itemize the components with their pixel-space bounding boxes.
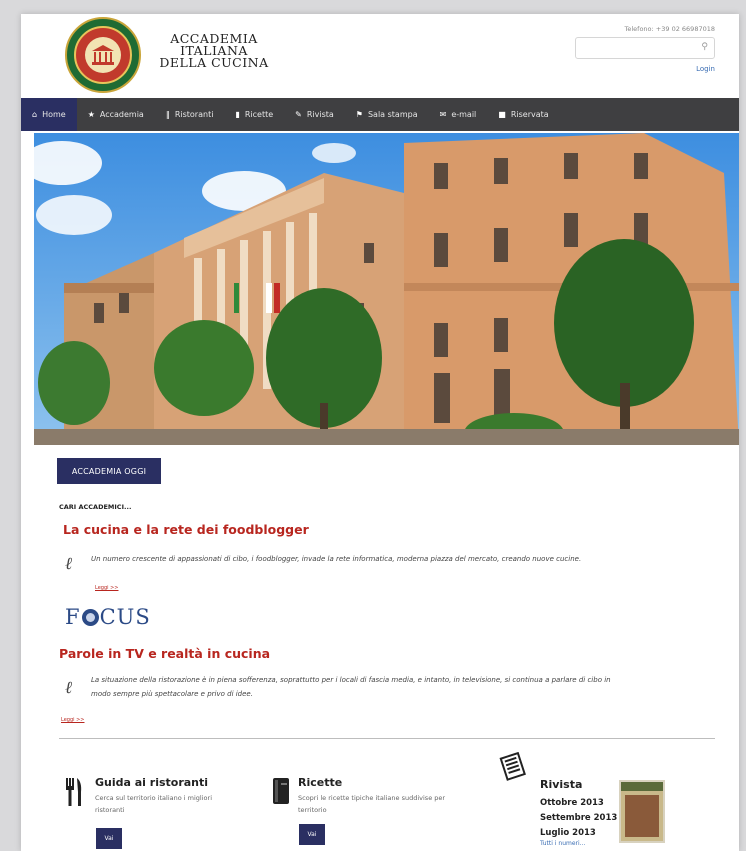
- article-excerpt: Un numero crescente di appassionati di c…: [91, 555, 582, 563]
- read-more-link[interactable]: Leggi >>: [61, 717, 84, 723]
- lock-icon: ■: [498, 110, 506, 119]
- nav-item-rivista[interactable]: ✎ Rivista: [284, 98, 345, 131]
- box-text: Scopri le ricette tipiche italiane suddi…: [298, 792, 445, 816]
- pen-icon: ✎: [295, 110, 302, 119]
- nav-item-home[interactable]: ⌂ Home: [21, 98, 77, 131]
- cutlery-icon: [65, 778, 83, 810]
- magazine-icon: [499, 751, 529, 786]
- nav-item-ricette[interactable]: ▮ Ricette: [224, 98, 284, 131]
- recipes-go-button[interactable]: Vai: [299, 824, 325, 845]
- login-link[interactable]: Login: [696, 65, 715, 73]
- quill-icon: ℓ: [65, 678, 73, 698]
- nav-item-riservata[interactable]: ■ Riservata: [487, 98, 559, 131]
- nav-label: Ristoranti: [174, 110, 214, 119]
- box-title[interactable]: Ricette: [298, 776, 342, 789]
- all-issues-link[interactable]: Tutti i numeri...: [540, 840, 585, 847]
- nav-label: Sala stampa: [367, 110, 418, 119]
- box-text-line: Scopri le ricette tipiche italiane suddi…: [298, 794, 446, 802]
- article-title[interactable]: La cucina e la rete dei foodblogger: [63, 522, 309, 537]
- nav-label: Riservata: [510, 110, 549, 119]
- nav-label: Rivista: [306, 110, 334, 119]
- main-nav: ⌂ Home ★ Accademia ‖ Ristoranti ▮ Ricett…: [21, 98, 739, 131]
- box-text-line: Cerca sul territorio italiano i migliori: [95, 794, 212, 802]
- magazine-issues: Ottobre 2013 Settembre 2013 Luglio 2013: [540, 796, 617, 841]
- hero-illustration: [34, 133, 739, 445]
- site-header: ACCADEMIA ITALIANA DELLA CUCINA Telefono…: [21, 14, 739, 96]
- nav-label: Accademia: [99, 110, 144, 119]
- issue-link[interactable]: Settembre 2013: [540, 811, 617, 826]
- phone-number: Telefono: +39 02 66987018: [624, 25, 716, 33]
- nav-label: Home: [42, 110, 66, 119]
- restaurants-go-button[interactable]: Vai: [96, 828, 122, 849]
- quill-icon: ℓ: [65, 554, 73, 574]
- box-text-line: territorio: [298, 806, 327, 814]
- brand-name[interactable]: ACCADEMIA ITALIANA DELLA CUCINA: [149, 32, 279, 70]
- academy-logo[interactable]: [65, 17, 141, 93]
- search-icon[interactable]: ⚲: [701, 42, 708, 52]
- cover-masthead: [621, 782, 663, 791]
- book-icon: ▮: [235, 110, 240, 119]
- flag-icon: ⚑: [355, 110, 363, 119]
- book-icon: [273, 778, 289, 808]
- issue-link[interactable]: Luglio 2013: [540, 826, 617, 841]
- read-more-link[interactable]: Leggi >>: [95, 585, 118, 591]
- magazine-cover[interactable]: [619, 780, 665, 843]
- envelope-icon: ✉: [439, 110, 447, 119]
- nav-item-accademia[interactable]: ★ Accademia: [77, 98, 155, 131]
- logo-core: [85, 37, 121, 73]
- box-title[interactable]: Guida ai ristoranti: [95, 776, 208, 789]
- page: ACCADEMIA ITALIANA DELLA CUCINA Telefono…: [21, 14, 739, 851]
- search-input[interactable]: ⚲: [575, 37, 715, 59]
- star-icon: ★: [87, 110, 95, 119]
- nav-item-sala-stampa[interactable]: ⚑ Sala stampa: [345, 98, 429, 131]
- nav-item-ristoranti[interactable]: ‖ Ristoranti: [155, 98, 225, 131]
- article-title[interactable]: Parole in TV e realtà in cucina: [59, 646, 270, 661]
- box-text: Cerca sul territorio italiano i migliori…: [95, 792, 212, 816]
- section-divider: [59, 738, 715, 739]
- section-subtitle: CARI ACCADEMICI...: [59, 503, 132, 511]
- home-icon: ⌂: [32, 110, 38, 119]
- box-title[interactable]: Rivista: [540, 778, 582, 791]
- cover-picture: [625, 795, 659, 837]
- nav-label: Ricette: [244, 110, 274, 119]
- nav-label: e-mail: [451, 110, 477, 119]
- hero-photo-palazzo: [34, 133, 739, 445]
- issue-link[interactable]: Ottobre 2013: [540, 796, 617, 811]
- excerpt-line: La situazione della ristorazione è in pi…: [91, 676, 611, 684]
- building-icon: [92, 45, 114, 65]
- excerpt-line: modo sempre più spettacolare e privo di …: [91, 690, 253, 698]
- brand-line: DELLA CUCINA: [159, 55, 269, 70]
- focus-logo: F CUS: [65, 605, 151, 629]
- box-text-line: ristoranti: [95, 806, 125, 814]
- nav-item-email[interactable]: ✉ e-mail: [429, 98, 488, 131]
- cutlery-icon: ‖: [165, 110, 170, 119]
- logo-ring: [74, 26, 132, 84]
- section-tag[interactable]: ACCADEMIA OGGI: [57, 458, 161, 484]
- article-excerpt: La situazione della ristorazione è in pi…: [91, 673, 716, 701]
- focus-o-icon: [81, 609, 99, 626]
